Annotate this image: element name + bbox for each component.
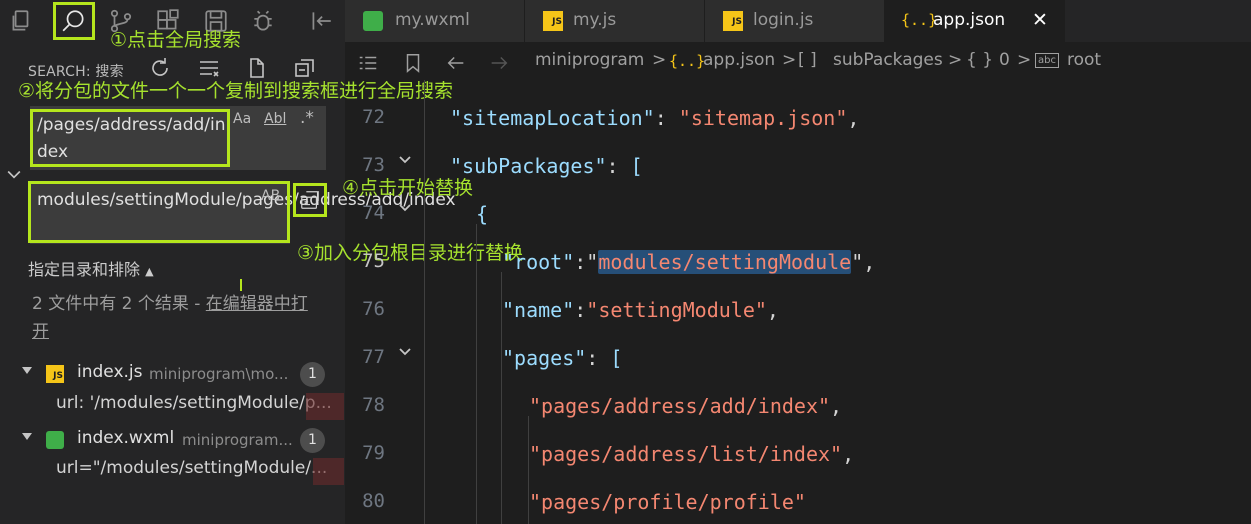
code-line: 79 "pages/address/list/index",	[345, 432, 1251, 480]
chevron-down-icon[interactable]	[22, 433, 32, 440]
code-line: 78 "pages/address/add/index",	[345, 384, 1251, 432]
breadcrumb-index[interactable]: 0	[999, 50, 1010, 70]
breadcrumb-folder[interactable]: miniprogram	[535, 50, 644, 70]
line-number: 79	[362, 442, 385, 464]
string-icon: abc	[1035, 53, 1059, 68]
array-icon: [ ]	[798, 50, 817, 70]
code-line: 75 "root":"modules/settingModule",	[345, 240, 1251, 288]
result-match-text: url: '/modules/settingModule/p...	[56, 393, 332, 413]
tab-label: app.json	[933, 10, 1006, 30]
result-summary: 2 文件中有 2 个结果 - 在编辑器中打开	[32, 290, 317, 346]
wxml-icon	[363, 11, 383, 31]
match-whole-word-toggle[interactable]: Abl	[264, 111, 286, 127]
caret-up-icon: ▲	[145, 265, 154, 278]
tab-label: login.js	[753, 10, 814, 30]
json-icon: {..}	[901, 11, 938, 29]
arrow-left-icon[interactable]	[445, 52, 467, 79]
match-case-toggle[interactable]: Aa	[233, 111, 251, 127]
replace-input-highlight	[28, 181, 290, 243]
search-input-highlight	[30, 109, 230, 167]
result-file-name: index.wxml	[77, 428, 175, 448]
result-file-name: index.js	[77, 362, 143, 382]
breadcrumb: miniprogram > {..} app.json > [ ] subPac…	[345, 42, 1251, 80]
breadcrumb-key[interactable]: subPackages	[833, 50, 943, 70]
editor-tab-bar: my.wxml JS my.js JS login.js {..} app.js…	[345, 0, 1251, 42]
line-number: 76	[362, 298, 385, 320]
include-exclude-label: 指定目录和排除	[28, 260, 141, 279]
result-file-row[interactable]: index.wxml miniprogram... 1	[0, 425, 345, 455]
result-match-text: url="/modules/settingModule/...	[56, 458, 328, 478]
tab-label: my.js	[573, 10, 617, 30]
js-icon: JS	[723, 11, 743, 31]
line-number: 80	[362, 490, 385, 512]
tab-my-js[interactable]: JS my.js	[525, 0, 705, 42]
code-editor[interactable]: 72 "sitemapLocation": "sitemap.json", 73…	[345, 80, 1251, 524]
line-number: 75	[362, 250, 385, 272]
line-number: 77	[362, 346, 385, 368]
result-file-path: miniprogram\mo...	[149, 365, 289, 383]
result-summary-text: 2 文件中有 2 个结果 -	[32, 294, 206, 314]
selected-text: modules/settingModule	[598, 250, 852, 274]
list-icon[interactable]	[357, 52, 379, 79]
breadcrumb-file[interactable]: app.json	[703, 50, 775, 70]
regex-toggle[interactable]: .*	[300, 108, 314, 128]
replace-all-button[interactable]	[293, 183, 327, 217]
tab-login-js[interactable]: JS login.js	[705, 0, 885, 42]
line-number: 78	[362, 394, 385, 416]
tab-label: my.wxml	[395, 10, 470, 30]
explorer-icon[interactable]	[8, 8, 34, 34]
js-icon: JS	[46, 365, 64, 383]
code-line: 74 {	[345, 192, 1251, 240]
result-match-line[interactable]: url: '/modules/settingModule/p...	[56, 393, 345, 423]
match-highlight	[313, 458, 344, 485]
tab-app-json[interactable]: {..} app.json ✕	[885, 0, 1065, 42]
annotation-step1: ①点击全局搜索	[110, 29, 242, 51]
result-file-path: miniprogram...	[182, 431, 293, 449]
result-count-badge: 1	[300, 428, 325, 453]
json-icon: {..}	[669, 52, 706, 70]
code-line: 77 "pages": [	[345, 336, 1251, 384]
chevron-down-icon[interactable]	[397, 196, 413, 212]
chevron-down-icon[interactable]	[397, 340, 413, 356]
result-match-line[interactable]: url="/modules/settingModule/...	[56, 458, 345, 488]
object-icon: { }	[966, 50, 994, 70]
line-number: 73	[362, 154, 385, 176]
code-line: 80 "pages/profile/profile"	[345, 480, 1251, 524]
tab-my-wxml[interactable]: my.wxml	[345, 0, 525, 42]
sidebar: ①点击全局搜索 SEARCH: 搜索 ②将分包的文件一个一个复制到搜索框进行全局…	[0, 0, 456, 524]
collapse-panel-icon[interactable]	[308, 8, 334, 34]
wxml-icon	[46, 431, 64, 449]
code-line: 73 "subPackages": [	[345, 144, 1251, 192]
js-icon: JS	[543, 11, 563, 31]
bookmark-icon[interactable]	[402, 52, 424, 79]
search-icon[interactable]	[53, 2, 95, 40]
breadcrumb-leaf[interactable]: root	[1067, 50, 1101, 70]
include-exclude-toggle[interactable]: 指定目录和排除 ▲	[28, 256, 154, 280]
arrow-right-icon[interactable]	[488, 52, 510, 79]
replace-all-icon	[301, 191, 319, 209]
close-icon[interactable]: ✕	[1032, 9, 1048, 31]
result-count-badge: 1	[300, 362, 325, 387]
debug-icon[interactable]	[250, 8, 276, 34]
match-highlight	[306, 393, 344, 420]
code-line: 72 "sitemapLocation": "sitemap.json",	[345, 96, 1251, 144]
chevron-down-icon[interactable]	[22, 367, 32, 374]
line-number: 74	[362, 202, 385, 224]
result-file-row[interactable]: JS index.js miniprogram\mo... 1	[0, 359, 345, 389]
chevron-down-icon[interactable]	[397, 148, 413, 164]
line-number: 72	[362, 106, 385, 128]
code-line: 76 "name":"settingModule",	[345, 288, 1251, 336]
chevron-down-icon[interactable]	[4, 164, 24, 184]
